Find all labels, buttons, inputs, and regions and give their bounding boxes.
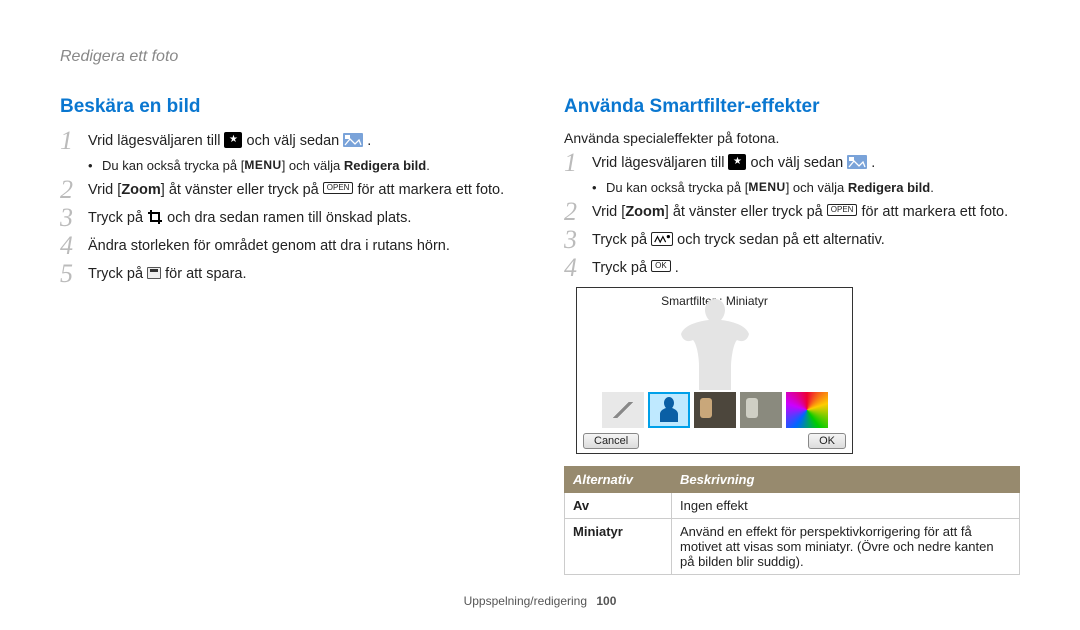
- crop-step-2: 2 Vrid [Zoom] åt vänster eller tryck på …: [60, 179, 510, 201]
- text: .: [871, 155, 875, 171]
- text: .: [426, 158, 430, 173]
- effect-icon: [651, 232, 673, 246]
- heading-smartfilter: Använda Smartfilter-effekter: [564, 96, 1020, 118]
- opt-av-desc: Ingen effekt: [672, 493, 1020, 519]
- step-number: 3: [60, 207, 88, 229]
- page-footer: Uppspelning/redigering 100: [0, 594, 1080, 608]
- step-number: 2: [60, 179, 88, 201]
- menu-icon: MENU: [244, 158, 281, 172]
- text: och tryck sedan på ett alternativ.: [677, 232, 885, 248]
- step-number: 4: [564, 257, 592, 279]
- crop-step-1-note: Du kan också trycka på [MENU] och välja …: [60, 158, 510, 173]
- text: .: [675, 260, 679, 276]
- text-bold: Zoom: [121, 182, 160, 198]
- preview-cancel-button[interactable]: Cancel: [583, 433, 639, 449]
- th-beskrivning: Beskrivning: [672, 467, 1020, 493]
- thumb-mono: [740, 392, 782, 428]
- text: Tryck på: [88, 210, 147, 226]
- mode-dial-icon: ★: [728, 154, 746, 170]
- text: för att markera ett foto.: [357, 182, 504, 198]
- opt-mini-desc: Använd en effekt för perspektivkorrigeri…: [672, 519, 1020, 575]
- open-button-icon: OPEN: [827, 204, 858, 216]
- open-button-icon: OPEN: [323, 182, 354, 194]
- step-number: 5: [60, 263, 88, 285]
- sf-step-1: 1 Vrid lägesväljaren till ★ och välj sed…: [564, 152, 1020, 174]
- text: för att spara.: [165, 266, 246, 282]
- text: Du kan också trycka på [: [606, 180, 748, 195]
- text: och dra sedan ramen till önskad plats.: [167, 210, 411, 226]
- text: och välj sedan: [247, 133, 344, 149]
- table-row: Av Ingen effekt: [565, 493, 1020, 519]
- text: .: [930, 180, 934, 195]
- camera-preview: Smartfilter : Miniatyr Cancel: [576, 287, 853, 454]
- sf-step-1-note: Du kan också trycka på [MENU] och välja …: [564, 180, 1020, 195]
- text: Tryck på: [88, 266, 147, 282]
- opt-mini: Miniatyr: [565, 519, 672, 575]
- mode-dial-icon: ★: [224, 132, 242, 148]
- text: för att markera ett foto.: [861, 204, 1008, 220]
- sf-step-3: 3 Tryck på och tryck sedan på ett altern…: [564, 229, 1020, 251]
- sf-step-4: 4 Tryck på OK .: [564, 257, 1020, 279]
- crop-step-1: 1 Vrid lägesväljaren till ★ och välj sed…: [60, 130, 510, 152]
- heading-crop: Beskära en bild: [60, 96, 510, 118]
- sf-step-2: 2 Vrid [Zoom] åt vänster eller tryck på …: [564, 201, 1020, 223]
- photo-edit-icon: [343, 133, 363, 147]
- smartfilter-intro: Använda specialeffekter på fotona.: [564, 130, 1020, 146]
- text-bold: Redigera bild: [344, 158, 426, 173]
- text: .: [367, 133, 371, 149]
- photo-edit-icon: [847, 155, 867, 169]
- th-alternativ: Alternativ: [565, 467, 672, 493]
- text: Vrid [: [592, 204, 625, 220]
- text: Vrid lägesväljaren till: [88, 133, 224, 149]
- crop-step-5: 5 Tryck på för att spara.: [60, 263, 510, 285]
- crop-step-3: 3 Tryck på och dra sedan ramen till önsk…: [60, 207, 510, 229]
- text: Ändra storleken för området genom att dr…: [88, 235, 510, 257]
- thumb-off: [602, 392, 644, 428]
- text: ] åt vänster eller tryck på: [161, 182, 323, 198]
- step-number: 1: [564, 152, 592, 174]
- text: Vrid lägesväljaren till: [592, 155, 728, 171]
- step-number: 3: [564, 229, 592, 251]
- opt-av: Av: [565, 493, 672, 519]
- text: Tryck på: [592, 260, 651, 276]
- thumb-strip: [587, 391, 842, 429]
- preview-ok-button[interactable]: OK: [808, 433, 846, 449]
- thumb-color: [786, 392, 828, 428]
- step-number: 2: [564, 201, 592, 223]
- text: Tryck på: [592, 232, 651, 248]
- ok-button-icon: OK: [651, 260, 671, 272]
- footer-section: Uppspelning/redigering: [464, 594, 587, 608]
- table-row: Miniatyr Använd en effekt för perspektiv…: [565, 519, 1020, 575]
- text: ] och välja: [282, 158, 344, 173]
- text: ] och välja: [786, 180, 848, 195]
- step-number: 4: [60, 235, 88, 257]
- page-subtitle: Redigera ett foto: [60, 48, 1020, 66]
- menu-icon: MENU: [748, 180, 785, 194]
- crop-step-4: 4 Ändra storleken för området genom att …: [60, 235, 510, 257]
- footer-page: 100: [596, 594, 616, 608]
- text-bold: Zoom: [625, 204, 664, 220]
- text: Vrid [: [88, 182, 121, 198]
- text: och välj sedan: [751, 155, 848, 171]
- save-icon: [147, 267, 161, 279]
- text: Du kan också trycka på [: [102, 158, 244, 173]
- crop-icon: [147, 209, 163, 225]
- thumb-vignette: [694, 392, 736, 428]
- text: ] åt vänster eller tryck på: [665, 204, 827, 220]
- step-number: 1: [60, 130, 88, 152]
- thumb-miniature-selected: [648, 392, 690, 428]
- text-bold: Redigera bild: [848, 180, 930, 195]
- options-table: Alternativ Beskrivning Av Ingen effekt M…: [564, 466, 1020, 575]
